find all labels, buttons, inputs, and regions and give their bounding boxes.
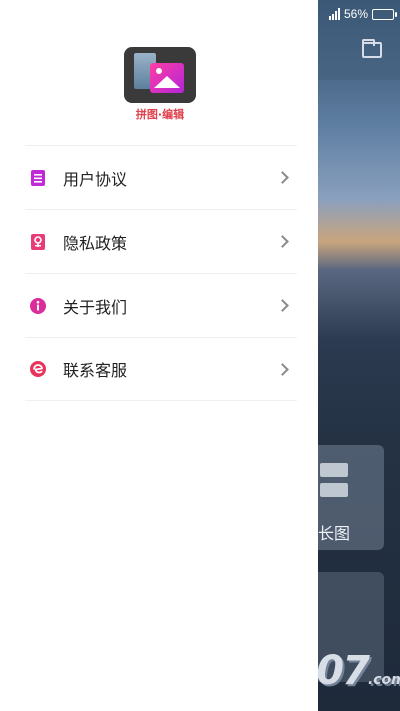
chevron-right-icon: [276, 362, 289, 376]
chevron-right-icon: [276, 171, 289, 184]
chevron-right-icon: [276, 299, 289, 312]
menu-item-label: 联系客服: [63, 361, 128, 380]
menu-item-about-us[interactable]: 关于我们: [25, 273, 297, 337]
battery-percentage: 56%: [343, 7, 368, 21]
menu-item-customer-service[interactable]: 联系客服: [25, 337, 297, 401]
side-drawer: 拼图·编辑 用户协议 隐私政策 关于我们 联系客服: [0, 0, 318, 711]
folder-icon[interactable]: [362, 39, 382, 58]
status-bar: 56%: [328, 4, 397, 24]
app-logo: 拼图·编辑: [124, 47, 196, 121]
app-logo-icon: [124, 47, 196, 103]
privacy-icon: [29, 233, 47, 251]
drawer-menu: 用户协议 隐私政策 关于我们 联系客服: [25, 145, 297, 401]
document-icon: [29, 169, 47, 187]
customer-service-icon: [29, 360, 47, 378]
menu-item-label: 用户协议: [63, 169, 128, 189]
battery-icon: [372, 8, 397, 20]
menu-item-user-agreement[interactable]: 用户协议: [25, 145, 297, 209]
long-image-label: 长图: [318, 524, 351, 543]
menu-item-label: 关于我们: [63, 297, 128, 317]
info-icon: [29, 297, 47, 315]
signal-icon: [328, 8, 340, 20]
chevron-right-icon: [276, 235, 289, 248]
app-logo-text: 拼图·编辑: [135, 108, 185, 121]
menu-item-label: 隐私政策: [63, 233, 128, 253]
menu-item-privacy-policy[interactable]: 隐私政策: [25, 209, 297, 273]
